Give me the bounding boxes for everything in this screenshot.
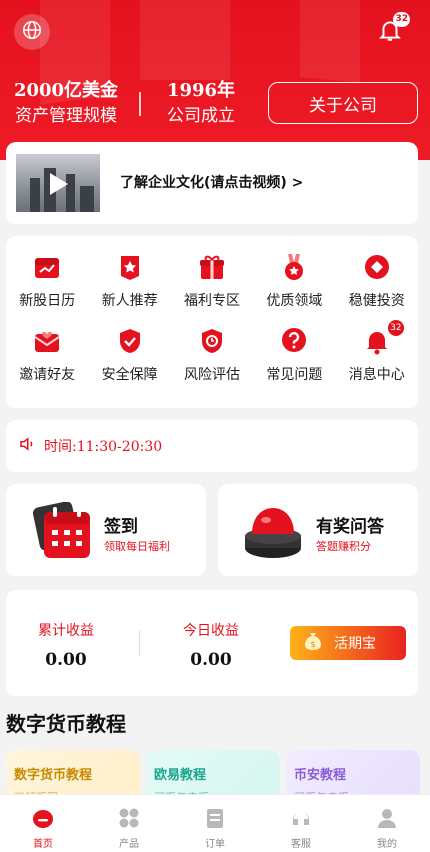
notification-badge: 32 [393, 12, 410, 27]
tower-shape [80, 186, 94, 212]
menu-item-new-stock-calendar[interactable]: 新股日历 [6, 250, 88, 310]
menu-item-invite-friends[interactable]: 邀请好友 [6, 324, 88, 384]
menu-item-newcomer[interactable]: 新人推荐 [88, 250, 170, 310]
menu-label: 优质领域 [266, 293, 323, 309]
menu-item-risk-assessment[interactable]: 风险评估 [171, 324, 253, 384]
today-earnings-value: 0.00 [190, 650, 232, 670]
asset-scale-label: 资产管理规模 [15, 106, 117, 126]
tab-home[interactable]: 首页 [0, 795, 86, 852]
menu-item-security[interactable]: 安全保障 [88, 324, 170, 384]
tab-label: 客服 [291, 839, 311, 850]
video-thumbnail[interactable] [16, 154, 100, 212]
demand-deposit-button[interactable]: $ 活期宝 [290, 626, 406, 660]
culture-video-label: 了解企业文化(请点击视频) > [120, 175, 304, 191]
menu-label: 福利专区 [183, 293, 240, 309]
diamond-icon [360, 250, 394, 284]
founded-value: 1996年 [166, 80, 236, 101]
svg-text:$: $ [310, 640, 315, 649]
menu-item-steady-invest[interactable]: 稳健投资 [336, 250, 418, 310]
total-earnings-label: 累计收益 [38, 623, 94, 639]
earnings-card: 累计收益 0.00 今日收益 0.00 $ 活期宝 [6, 590, 418, 696]
menu-label: 消息中心 [348, 367, 405, 383]
language-button[interactable] [14, 14, 50, 50]
sign-in-card[interactable]: 签到 领取每日福利 [6, 484, 206, 576]
user-icon [376, 807, 398, 829]
badge-icon [195, 324, 229, 358]
earnings-divider [139, 630, 140, 656]
about-company-button[interactable]: 关于公司 [268, 82, 418, 124]
building-decoration [140, 0, 230, 80]
calendar-icon [30, 250, 64, 284]
quiz-card[interactable]: 有奖问答 答题赚积分 [218, 484, 418, 576]
question-icon [277, 324, 311, 358]
culture-video-card[interactable]: 了解企业文化(请点击视频) > [6, 142, 418, 224]
menu-label: 安全保障 [101, 367, 158, 383]
buzzer-icon [242, 500, 304, 566]
bell-icon: 32 [360, 320, 404, 358]
stat-divider [139, 92, 141, 116]
total-earnings-value: 0.00 [45, 650, 87, 670]
notice-bar[interactable]: 时间:11:30-20:30 [6, 420, 418, 472]
heart-mail-icon [30, 324, 64, 358]
today-earnings-label: 今日收益 [183, 623, 239, 639]
tab-label: 首页 [33, 839, 53, 850]
menu-label: 邀请好友 [19, 367, 76, 383]
founded-stat: 1996年 公司成立 [158, 80, 244, 128]
menu-item-message-center[interactable]: 32 消息中心 [336, 320, 418, 384]
quiz-subtitle: 答题赚积分 [316, 540, 371, 553]
calendar-check-icon [30, 501, 98, 566]
sign-in-subtitle: 领取每日福利 [104, 540, 170, 553]
tab-label: 我的 [377, 839, 397, 850]
service-time: 时间:11:30-20:30 [44, 439, 163, 455]
bottom-tab-bar: 首页 产品 订单 客服 我的 [0, 794, 430, 852]
medal-icon [277, 250, 311, 284]
menu-item-faq[interactable]: 常见问题 [253, 324, 335, 384]
menu-item-quality-field[interactable]: 优质领域 [253, 250, 335, 310]
asset-scale-value: 2000亿美金 [13, 80, 119, 101]
menu-label: 风险评估 [183, 367, 240, 383]
gift-icon [195, 250, 229, 284]
tab-orders[interactable]: 订单 [172, 795, 258, 852]
globe-icon [21, 19, 43, 45]
tutorial-section-title: 数字货币教程 [6, 712, 126, 736]
sign-in-title: 签到 [104, 517, 138, 537]
grid-icon [118, 807, 140, 829]
asset-scale-stat: 2000亿美金 资产管理规模 [6, 80, 126, 128]
today-earnings: 今日收益 0.00 [161, 620, 261, 670]
play-icon [50, 173, 68, 195]
home-icon [32, 807, 54, 829]
shield-icon [113, 324, 147, 358]
tab-label: 订单 [205, 839, 225, 850]
tab-profile[interactable]: 我的 [344, 795, 430, 852]
tutorial-card-title: 欧易教程 [154, 768, 207, 783]
demand-deposit-label: 活期宝 [334, 636, 376, 652]
money-bag-icon: $ [304, 631, 322, 655]
building-decoration [300, 0, 360, 84]
document-icon [204, 807, 226, 829]
tab-products[interactable]: 产品 [86, 795, 172, 852]
total-earnings: 累计收益 0.00 [16, 620, 116, 670]
quick-menu-card: 新股日历 新人推荐 福利专区 优质领域 稳健投资 邀请好友 安全保障 风险评估 … [6, 236, 418, 408]
star-icon [113, 250, 147, 284]
founded-label: 公司成立 [167, 106, 235, 126]
hero-banner: 32 2000亿美金 资产管理规模 1996年 公司成立 关于公司 [0, 0, 430, 160]
menu-item-welfare[interactable]: 福利专区 [171, 250, 253, 310]
notification-button[interactable]: 32 [374, 12, 410, 48]
speaker-icon [18, 435, 36, 457]
menu-label: 新股日历 [19, 293, 76, 309]
tutorial-card-title: 币安教程 [294, 768, 347, 783]
message-badge: 32 [387, 320, 404, 336]
tower-shape [30, 178, 40, 212]
tab-label: 产品 [119, 839, 139, 850]
menu-label: 常见问题 [266, 367, 323, 383]
menu-label: 稳健投资 [348, 293, 405, 309]
tutorial-card-title: 数字货币教程 [14, 768, 93, 783]
tab-service[interactable]: 客服 [258, 795, 344, 852]
menu-label: 新人推荐 [101, 293, 158, 309]
quiz-title: 有奖问答 [316, 517, 384, 537]
headset-icon [290, 807, 312, 829]
